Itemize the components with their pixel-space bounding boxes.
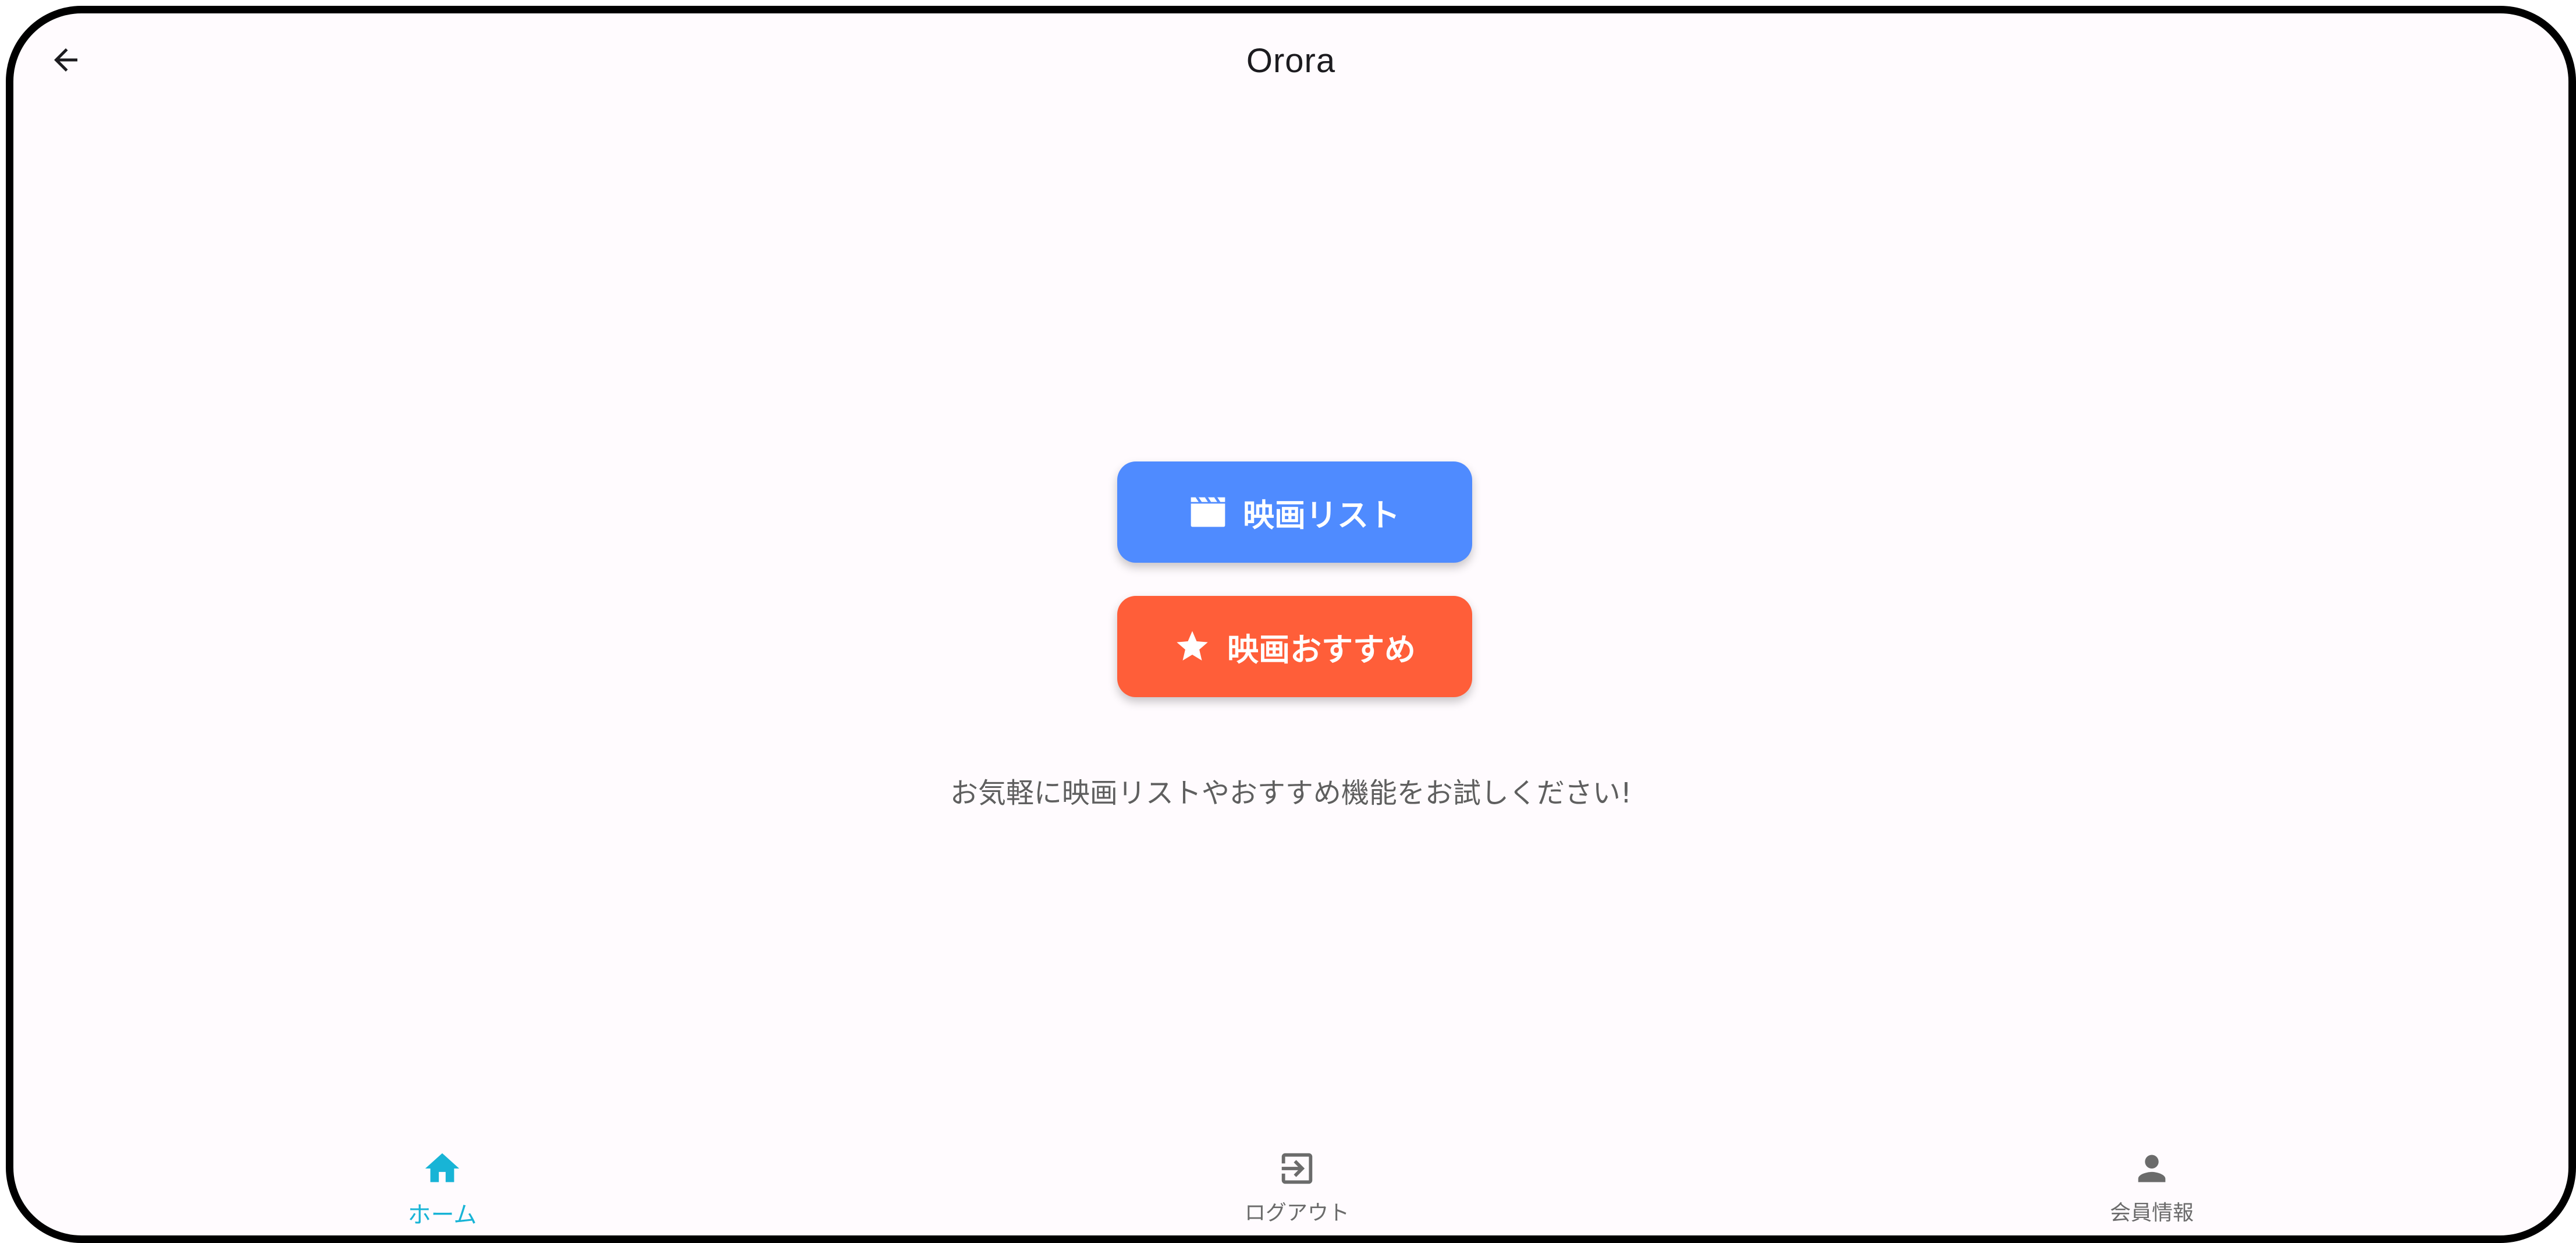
nav-item-logout[interactable]: ログアウト bbox=[1210, 1142, 1384, 1230]
logout-icon bbox=[1281, 1153, 1313, 1184]
nav-label-member-info: 会員情報 bbox=[2109, 1201, 2194, 1225]
tagline-text: お気軽に映画リストやおすすめ機能をお試しください! bbox=[950, 777, 1632, 809]
app-bar: Orora bbox=[13, 13, 2568, 106]
nav-item-member-info[interactable]: 会員情報 bbox=[2065, 1142, 2239, 1230]
home-icon bbox=[425, 1153, 460, 1182]
person-icon bbox=[2138, 1155, 2166, 1182]
star-icon bbox=[1174, 628, 1211, 665]
nav-item-home[interactable]: ホーム bbox=[355, 1142, 530, 1230]
app-screen: Orora 映画リスト 映画おすすめ お気軽に映画リストやおすすめ機能をお試しく… bbox=[6, 6, 2576, 1243]
bottom-navigation: ホーム ログアウト 会員情報 bbox=[13, 1142, 2568, 1235]
nav-label-home: ホーム bbox=[407, 1202, 477, 1228]
nav-label-logout: ログアウト bbox=[1244, 1201, 1349, 1225]
movie-list-label: 映画リスト bbox=[1243, 496, 1400, 534]
movie-list-button[interactable]: 映画リスト bbox=[1117, 461, 1472, 563]
clapperboard-icon bbox=[1189, 496, 1227, 528]
app-title: Orora bbox=[1246, 42, 1336, 80]
recommend-button[interactable]: 映画おすすめ bbox=[1117, 596, 1472, 697]
recommend-label: 映画おすすめ bbox=[1227, 631, 1416, 668]
